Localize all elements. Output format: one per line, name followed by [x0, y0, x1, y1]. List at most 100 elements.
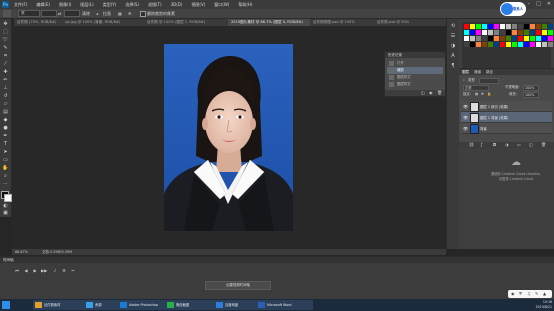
- shield-icon[interactable]: ⛨: [519, 291, 522, 296]
- menu-item[interactable]: 图像(I): [59, 2, 71, 8]
- next-frame-icon[interactable]: ▶▶: [41, 268, 47, 273]
- shape-tool-icon[interactable]: ▭: [2, 157, 9, 163]
- visibility-eye-icon[interactable]: 👁: [463, 126, 468, 131]
- color-swatch[interactable]: [494, 42, 499, 47]
- start-button-icon[interactable]: [2, 301, 10, 309]
- color-swatch[interactable]: [518, 42, 523, 47]
- fill-field[interactable]: 100%: [523, 92, 539, 98]
- photoshop-app-icon[interactable]: Ps: [2, 1, 9, 8]
- color-swatch[interactable]: [494, 24, 499, 29]
- overlay-grid-icon[interactable]: ▦: [118, 11, 122, 16]
- settings-icon[interactable]: ⚙: [61, 268, 67, 273]
- color-swatch[interactable]: [548, 30, 553, 35]
- ratio-width-field[interactable]: [41, 10, 57, 17]
- link-layers-icon[interactable]: ⛓: [469, 142, 474, 148]
- blur-tool-icon[interactable]: ◆: [2, 117, 9, 123]
- lock-pixels-icon[interactable]: ▦: [475, 91, 478, 98]
- color-swatch[interactable]: [536, 36, 541, 41]
- tab-layers[interactable]: 图层: [462, 70, 469, 75]
- color-swatch[interactable]: [476, 36, 481, 41]
- document-tab[interactable]: 证件照 (75%, RGB/8#): [14, 19, 65, 26]
- color-swatch[interactable]: [470, 24, 475, 29]
- color-swatch[interactable]: [470, 36, 475, 41]
- document-tab[interactable]: 证件照修图.psd @ 100%: [310, 19, 377, 26]
- contact-badge[interactable]: 联系人: [500, 2, 526, 16]
- color-swatch[interactable]: [500, 36, 505, 41]
- mask-icon[interactable]: ◘: [493, 142, 496, 148]
- document-tab[interactable]: 2019图片素材 @ 66.7% (图层 0, RGB/8#): [228, 19, 313, 26]
- expand-tray-icon[interactable]: ▲: [543, 291, 546, 296]
- color-swatch[interactable]: [482, 36, 487, 41]
- background-color-swatch[interactable]: [4, 194, 12, 202]
- menu-item[interactable]: 滤镜(T): [148, 2, 162, 8]
- lock-all-icon[interactable]: 🔒: [487, 91, 491, 98]
- hand-tool-icon[interactable]: ✋: [2, 165, 9, 171]
- color-swatch[interactable]: [500, 24, 505, 29]
- first-frame-icon[interactable]: ⏮: [14, 268, 20, 273]
- color-swatch[interactable]: [464, 42, 469, 47]
- play-icon[interactable]: ▶: [32, 268, 38, 273]
- color-swatch[interactable]: [494, 36, 499, 41]
- menu-item[interactable]: 窗口(W): [214, 2, 229, 8]
- color-swatch[interactable]: [548, 24, 553, 29]
- color-swatch[interactable]: [488, 24, 493, 29]
- color-swatch[interactable]: [542, 36, 547, 41]
- color-swatch[interactable]: [530, 36, 535, 41]
- pen-tool-icon[interactable]: ✒: [2, 133, 9, 139]
- color-swatch[interactable]: [512, 36, 517, 41]
- color-swatch[interactable]: [476, 24, 481, 29]
- color-swatch[interactable]: [536, 30, 541, 35]
- history-state[interactable]: 图层样式: [387, 74, 443, 81]
- document-tab[interactable]: 证件照.psd @ 50%: [374, 19, 448, 26]
- ratio-height-field[interactable]: [64, 10, 80, 17]
- zoom-tool-icon[interactable]: ⌕: [2, 173, 9, 179]
- color-swatch[interactable]: [542, 42, 547, 47]
- menu-item[interactable]: 图层(L): [80, 2, 93, 8]
- taskbar-item[interactable]: Adobe Photoshop: [118, 300, 172, 310]
- path-select-tool-icon[interactable]: ➤: [2, 149, 9, 155]
- zoom-level[interactable]: 66.67%: [15, 249, 28, 255]
- visibility-eye-icon[interactable]: 👁: [463, 104, 468, 109]
- color-swatch[interactable]: [530, 30, 535, 35]
- color-swatch[interactable]: [476, 42, 481, 47]
- move-tool-icon[interactable]: ✥: [2, 21, 9, 27]
- adjustments-panel-icon[interactable]: ◑: [450, 43, 456, 49]
- network-icon[interactable]: ◉: [511, 291, 515, 296]
- paragraph-panel-icon[interactable]: ¶: [450, 63, 456, 69]
- trash-icon[interactable]: 🗑: [437, 90, 442, 96]
- color-swatch[interactable]: [464, 36, 469, 41]
- delete-cropped-checkbox[interactable]: [140, 11, 146, 17]
- color-swatch[interactable]: [518, 24, 523, 29]
- menu-item[interactable]: 类型(Y): [103, 2, 117, 8]
- type-tool-icon[interactable]: T: [2, 141, 9, 147]
- new-snapshot-icon[interactable]: ◫: [421, 90, 425, 96]
- history-state[interactable]: 裁剪: [387, 67, 443, 74]
- camera-icon[interactable]: ◉: [429, 90, 433, 96]
- color-swatch[interactable]: [500, 42, 505, 47]
- properties-panel-icon[interactable]: ☰: [450, 33, 456, 39]
- layer-row[interactable]: 👁 图层 1 背景 (效果): [461, 112, 552, 123]
- menu-item[interactable]: 编辑(E): [36, 2, 50, 8]
- history-state[interactable]: 打开: [387, 60, 443, 67]
- color-swatch[interactable]: [536, 24, 541, 29]
- crop-tool-icon[interactable]: ⌗: [2, 53, 9, 59]
- settings-gear-icon[interactable]: ⚙: [128, 11, 132, 16]
- color-swatch[interactable]: [518, 36, 523, 41]
- color-swatch[interactable]: [470, 30, 475, 35]
- quick-select-tool-icon[interactable]: ✎: [2, 45, 9, 51]
- create-video-timeline-button[interactable]: 创建视频时间轴: [205, 281, 271, 290]
- delete-layer-icon[interactable]: 🗑: [541, 142, 546, 148]
- color-swatch[interactable]: [506, 30, 511, 35]
- color-swatch[interactable]: [470, 42, 475, 47]
- color-swatch[interactable]: [524, 30, 529, 35]
- color-swatch[interactable]: [524, 42, 529, 47]
- color-swatch[interactable]: [488, 42, 493, 47]
- history-brush-tool-icon[interactable]: ↺: [2, 93, 9, 99]
- color-swatch[interactable]: [512, 24, 517, 29]
- color-swatch[interactable]: [464, 24, 469, 29]
- tab-paths[interactable]: 路径: [486, 70, 493, 75]
- color-swatch[interactable]: [506, 42, 511, 47]
- crop-tool-preset-icon[interactable]: [3, 10, 11, 17]
- color-swatch[interactable]: [524, 24, 529, 29]
- color-swatch[interactable]: [482, 24, 487, 29]
